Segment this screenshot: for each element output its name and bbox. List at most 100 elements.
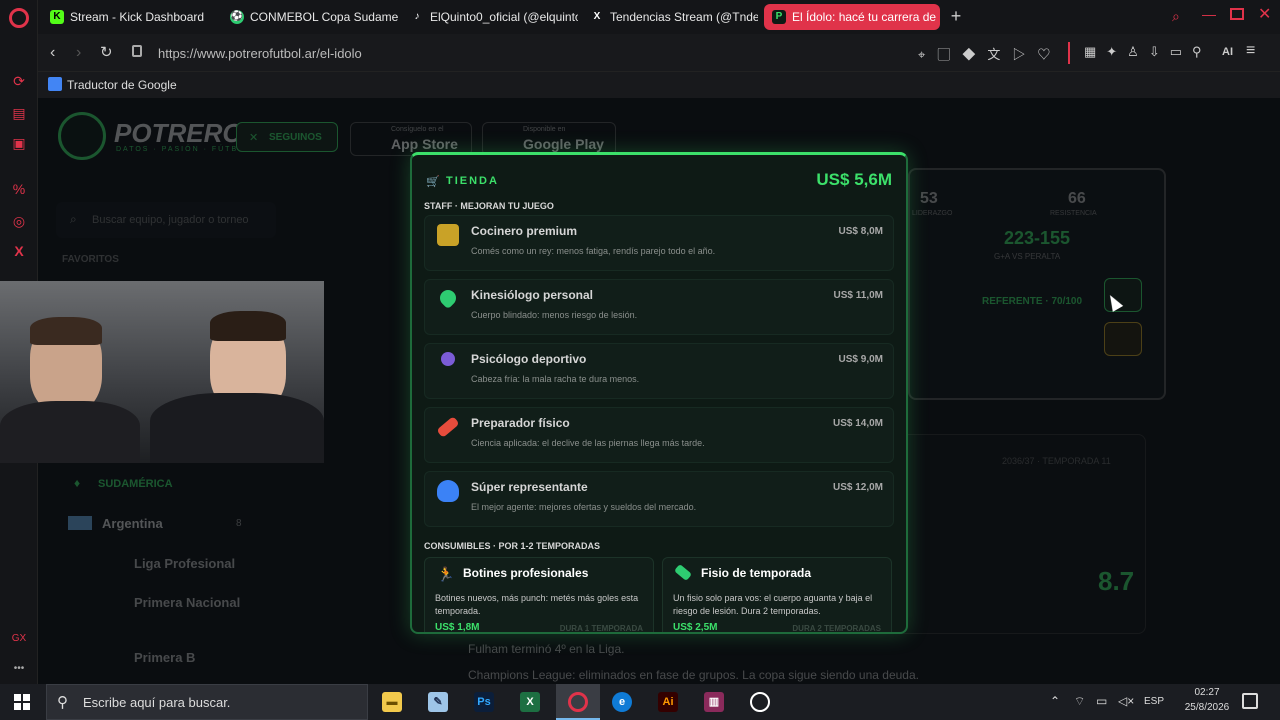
item-desc: Cuerpo blindado: menos riesgo de lesión. xyxy=(471,310,638,320)
search-icon: ⚲ xyxy=(57,694,68,711)
discount-icon[interactable]: % xyxy=(10,180,28,198)
url-field[interactable]: https://www.potrerofutbol.ar/el-idolo xyxy=(158,46,362,61)
tab-kick[interactable]: K Stream - Kick Dashboard xyxy=(42,4,218,30)
winrar-icon[interactable]: ▥ xyxy=(704,692,724,712)
new-tab-button[interactable]: + xyxy=(946,6,966,26)
whatsapp-icon[interactable]: ◎ xyxy=(10,212,28,230)
x-icon[interactable]: X xyxy=(10,242,28,260)
cart-icon: 🛒 xyxy=(426,176,440,188)
opera-gx-task[interactable] xyxy=(556,684,600,720)
tab-conmebol[interactable]: ⚽CONMEBOL Copa Sudamericana xyxy=(222,4,398,30)
tray-chevron-icon[interactable]: ⌃ xyxy=(1050,694,1060,708)
person-hair-left xyxy=(30,317,102,345)
more-icon[interactable]: ••• xyxy=(10,660,28,678)
item-price: US$ 12,0M xyxy=(832,482,883,493)
league-item[interactable]: Primera B xyxy=(134,650,195,665)
item-name: Psicólogo deportivo xyxy=(471,352,587,366)
gplay-small: Disponible en xyxy=(523,126,566,133)
x-follow-icon: ✕ xyxy=(249,132,259,144)
item-name: Súper representante xyxy=(471,480,588,494)
illustrator-icon[interactable]: Ai xyxy=(658,692,678,712)
store-modal: 🛒 TIENDA US$ 5,6M STAFF · MEJORAN TU JUE… xyxy=(410,152,908,634)
gplay-label: Google Play xyxy=(523,136,604,152)
notifications-icon[interactable] xyxy=(1242,693,1258,709)
back-icon[interactable]: ‹ xyxy=(50,44,55,62)
store-item-preparador[interactable]: Preparador físico Ciencia aplicada: el d… xyxy=(424,407,894,463)
stat-resistance-label: RESISTENCIA xyxy=(1050,210,1097,217)
close-window-button[interactable]: ✕ xyxy=(1258,4,1276,23)
opera-logo-icon[interactable] xyxy=(9,8,29,28)
consumable-name: Fisio de temporada xyxy=(701,566,812,580)
consumable-duration: DURA 1 TEMPORADA xyxy=(559,624,643,633)
item-price: US$ 9,0M xyxy=(838,354,883,365)
menu-icon[interactable]: ≡ xyxy=(1246,42,1255,60)
toolbar-icons[interactable]: ▦✦♙⇩▭⚲ xyxy=(1084,44,1212,60)
follow-button[interactable]: ✕ SEGUINOS xyxy=(236,122,338,152)
forward-icon[interactable]: › xyxy=(76,44,81,62)
item-desc: Cabeza fría: la mala racha te dura menos… xyxy=(471,374,640,384)
consumable-desc: Un fisio solo para vos: el cuerpo aguant… xyxy=(673,593,873,616)
app-store-button[interactable]: Consíguelo en el App Store xyxy=(350,122,472,156)
excel-icon[interactable]: X xyxy=(520,692,540,712)
tab-tiktok[interactable]: ♪ ElQuinto0_oficial (@elquinto xyxy=(402,4,579,30)
battery-icon[interactable]: ▭ xyxy=(1096,694,1107,708)
consumable-duration: DURA 2 TEMPORADAS xyxy=(792,624,881,633)
tab-x[interactable]: X Tendencias Stream (@Tnde xyxy=(582,4,758,30)
file-explorer-icon[interactable]: ▬ xyxy=(382,692,402,712)
lock-icon[interactable] xyxy=(132,45,142,57)
taskbar-search[interactable]: ⚲ Escribe aquí para buscar. xyxy=(46,684,368,720)
language-indicator[interactable]: ESP xyxy=(1144,696,1164,707)
potrero-logo-icon[interactable] xyxy=(58,112,106,160)
appstore-label: App Store xyxy=(391,136,458,152)
argentina-flag-icon xyxy=(68,516,92,530)
store-title: TIENDA xyxy=(446,175,499,187)
minimize-button[interactable]: — xyxy=(1202,6,1220,24)
search-tabs-icon[interactable]: ⌕ xyxy=(1172,8,1190,26)
site-logo[interactable]: POTRERO xyxy=(114,118,243,149)
store-item-representante[interactable]: Súper representante El mejor agente: mej… xyxy=(424,471,894,527)
item-name: Kinesiólogo personal xyxy=(471,288,594,302)
region-label[interactable]: SUDAMÉRICA xyxy=(98,478,173,490)
league-item[interactable]: Liga Profesional xyxy=(134,556,235,571)
bag-button[interactable] xyxy=(1104,322,1142,356)
flow-icon[interactable]: ▤ xyxy=(10,104,28,122)
photoshop-icon[interactable]: Ps xyxy=(474,692,494,712)
consumable-fisio[interactable]: Fisio de temporada Un fisio solo para vo… xyxy=(662,557,892,633)
extension-icons[interactable]: ⌖▢◆文▷♡ xyxy=(918,44,1062,63)
google-play-button[interactable]: Disponible en Google Play xyxy=(482,122,616,156)
webcam-overlay xyxy=(0,281,324,463)
store-item-cocinero[interactable]: Cocinero premium Comés como un rey: meno… xyxy=(424,215,894,271)
search-input[interactable]: ⌕ Buscar equipo, jugador o torneo xyxy=(56,202,276,238)
consumable-botines[interactable]: 🏃 Botines profesionales Botines nuevos, … xyxy=(424,557,654,633)
notepad-icon[interactable]: ✎ xyxy=(428,692,448,712)
item-price: US$ 8,0M xyxy=(838,226,883,237)
ai-icon[interactable]: AI xyxy=(1222,46,1233,58)
person-hair-right xyxy=(210,311,286,341)
store-item-kinesiologo[interactable]: Kinesiólogo personal Cuerpo blindado: me… xyxy=(424,279,894,335)
consumable-price: US$ 1,8M xyxy=(435,622,480,633)
edge-icon[interactable]: e xyxy=(612,692,632,712)
league-item[interactable]: Primera Nacional xyxy=(134,594,254,611)
tab-el-idolo[interactable]: P El Ídolo: hacé tu carrera de xyxy=(764,4,940,30)
volume-muted-icon[interactable]: ◁× xyxy=(1118,694,1134,708)
consumable-name: Botines profesionales xyxy=(463,566,589,580)
obs-icon[interactable] xyxy=(750,692,770,712)
appstore-small: Consíguelo en el xyxy=(391,126,444,133)
aria-icon[interactable]: ⟳ xyxy=(10,72,28,90)
store-item-psicologo[interactable]: Psicólogo deportivo Cabeza fría: la mala… xyxy=(424,343,894,399)
logo-tagline: DATOS · PASIÓN · FÚTBOL xyxy=(116,146,252,153)
toolbar-divider xyxy=(1068,42,1070,64)
gx-icon[interactable]: GX xyxy=(10,630,28,648)
windows-start-icon[interactable] xyxy=(14,694,30,710)
search-placeholder: Buscar equipo, jugador o torneo xyxy=(92,214,249,226)
reload-icon[interactable]: ↻ xyxy=(100,43,113,61)
messenger-icon[interactable]: ▣ xyxy=(10,134,28,152)
network-icon[interactable]: ⌔ xyxy=(1074,694,1085,709)
maximize-button[interactable] xyxy=(1230,8,1244,20)
x-tab-icon: X xyxy=(593,11,601,22)
country-argentina[interactable]: Argentina xyxy=(102,516,163,531)
clock[interactable]: 02:27 25/8/2026 xyxy=(1180,687,1234,713)
dumbbell-icon xyxy=(436,416,460,438)
bookmark-translate[interactable]: Traductor de Google xyxy=(67,78,177,92)
clock-time: 02:27 xyxy=(1194,687,1220,698)
